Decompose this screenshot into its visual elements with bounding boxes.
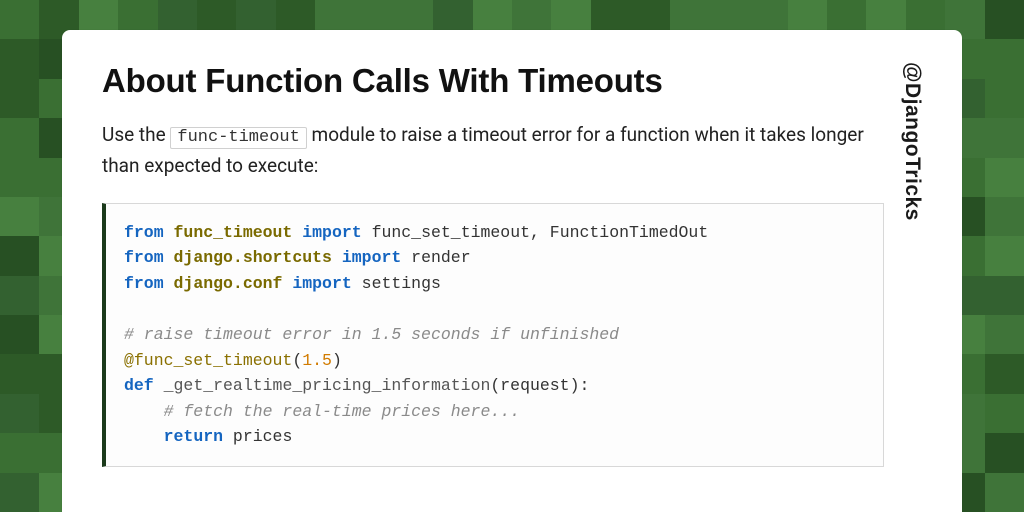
code-text: (request): (490, 376, 589, 395)
code-comment: # fetch the real-time prices here... (124, 402, 520, 421)
code-kw: return (164, 427, 223, 446)
content-card: About Function Calls With Timeouts Use t… (62, 30, 962, 512)
intro-paragraph: Use the func-timeout module to raise a t… (102, 120, 884, 181)
code-kw: def (124, 376, 154, 395)
code-fn-name: _get_realtime_pricing_information (154, 376, 491, 395)
code-block: from func_timeout import func_set_timeou… (102, 203, 884, 467)
code-text: settings (352, 274, 441, 293)
side-column: @DjangoTricks (884, 62, 922, 512)
code-decorator: @func_set_timeout (124, 351, 292, 370)
code-number: 1.5 (302, 351, 332, 370)
code-kw: from (124, 223, 164, 242)
code-text: func_set_timeout, FunctionTimedOut (362, 223, 709, 242)
code-comment: # raise timeout error in 1.5 seconds if … (124, 325, 619, 344)
code-kw: import (342, 248, 401, 267)
code-text: ( (292, 351, 302, 370)
page-title: About Function Calls With Timeouts (102, 62, 884, 100)
inline-code-func-timeout: func-timeout (170, 127, 306, 149)
code-module: django.shortcuts (174, 248, 332, 267)
code-module: django.conf (174, 274, 283, 293)
main-column: About Function Calls With Timeouts Use t… (102, 62, 884, 512)
code-kw: from (124, 274, 164, 293)
code-text: prices (223, 427, 292, 446)
code-kw: import (302, 223, 361, 242)
twitter-handle: @DjangoTricks (900, 62, 924, 221)
code-text: ) (332, 351, 342, 370)
code-kw: import (292, 274, 351, 293)
code-text (124, 427, 164, 446)
code-module: func_timeout (174, 223, 293, 242)
intro-text-pre: Use the (102, 123, 170, 146)
code-text: render (401, 248, 470, 267)
code-kw: from (124, 248, 164, 267)
